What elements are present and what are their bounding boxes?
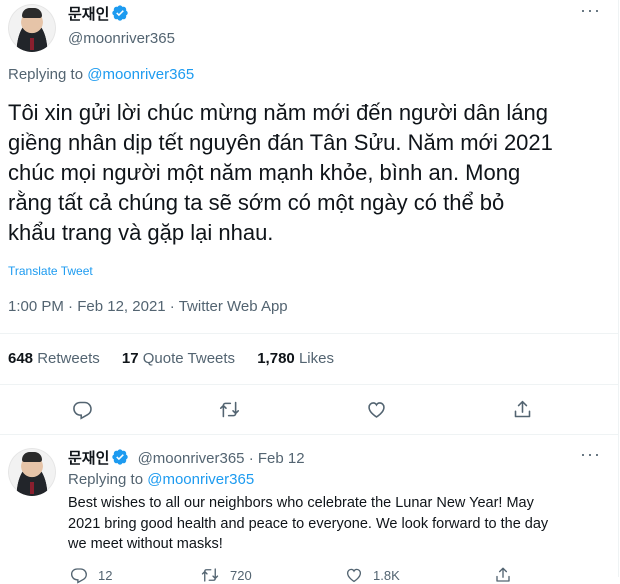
tweet-text-line: chúc mọi người một năm mạnh khỏe, bình a… bbox=[8, 160, 521, 185]
likes-label: Likes bbox=[298, 350, 334, 367]
replying-to: Replying to @moonriver365 bbox=[68, 471, 254, 488]
replying-to-handle[interactable]: @moonriver365 bbox=[87, 66, 194, 83]
display-name[interactable]: 문재인 bbox=[68, 450, 109, 467]
likes-stat[interactable]: 1,780 Likes bbox=[257, 350, 334, 367]
retweet-button[interactable] bbox=[218, 399, 241, 420]
share-icon bbox=[512, 399, 533, 420]
avatar[interactable] bbox=[8, 4, 56, 52]
display-name[interactable]: 문재인 bbox=[68, 6, 109, 23]
reply-button[interactable] bbox=[72, 399, 93, 420]
reply-count: 12 bbox=[98, 567, 113, 583]
user-handle[interactable]: @moonriver365 bbox=[68, 28, 175, 49]
separator: · bbox=[68, 298, 74, 315]
retweet-icon bbox=[218, 399, 241, 420]
tweet-text: Tôi xin gửi lời chúc mừng năm mới đến ng… bbox=[8, 98, 553, 248]
retweet-icon bbox=[200, 566, 220, 584]
replying-to-label: Replying to bbox=[68, 471, 144, 488]
like-icon bbox=[345, 566, 363, 584]
replying-to-handle[interactable]: @moonriver365 bbox=[147, 471, 254, 488]
reply-header: 문재인 @moonriver365 · Feb 12 bbox=[68, 448, 305, 472]
tweet-source[interactable]: Twitter Web App bbox=[179, 298, 288, 315]
retweets-count: 648 bbox=[8, 350, 34, 367]
timestamp-row: 1:00 PM · Feb 12, 2021 · Twitter Web App bbox=[8, 298, 288, 315]
divider bbox=[0, 434, 618, 435]
quote-tweets-label: Quote Tweets bbox=[142, 350, 236, 367]
quote-tweets-count: 17 bbox=[121, 350, 139, 367]
reply-button[interactable]: 12 bbox=[70, 566, 112, 584]
more-icon[interactable]: ··· bbox=[580, 444, 601, 465]
verified-badge-icon bbox=[111, 4, 129, 28]
stats-row: 648 Retweets 17 Quote Tweets 1,780 Likes bbox=[8, 350, 334, 367]
retweet-button[interactable]: 720 bbox=[200, 566, 252, 584]
divider bbox=[0, 384, 618, 385]
tweet-text-line: khẩu trang và gặp lại nhau. bbox=[8, 220, 274, 245]
tweet-date[interactable]: Feb 12, 2021 bbox=[77, 298, 165, 315]
like-button[interactable]: 1.8K bbox=[345, 566, 400, 584]
translate-tweet-link[interactable]: Translate Tweet bbox=[8, 264, 93, 278]
retweets-label: Retweets bbox=[37, 350, 100, 367]
divider bbox=[0, 333, 618, 334]
reply-text-line: 2021 bring good health and peace to ever… bbox=[68, 515, 549, 532]
like-icon bbox=[366, 399, 387, 420]
reply-text: Best wishes to all our neighbors who cel… bbox=[68, 493, 548, 555]
tweet-detail-page: 문재인 @moonriver365 ··· Replying to @moonr… bbox=[0, 0, 619, 584]
tweet-time[interactable]: 1:00 PM bbox=[8, 298, 64, 315]
share-button[interactable] bbox=[494, 566, 512, 584]
user-handle[interactable]: @moonriver365 bbox=[138, 450, 245, 467]
reply-text-line: we meet without masks! bbox=[68, 536, 223, 552]
tweet-date[interactable]: Feb 12 bbox=[258, 450, 305, 467]
like-button[interactable] bbox=[366, 399, 387, 420]
reply-icon bbox=[72, 399, 93, 420]
replying-to-label: Replying to bbox=[8, 66, 84, 83]
separator: · bbox=[248, 450, 254, 467]
tweet-text-line: rằng tất cả chúng ta sẽ sớm có một ngày … bbox=[8, 190, 505, 215]
likes-count: 1,780 bbox=[257, 350, 295, 367]
like-count: 1.8K bbox=[373, 567, 400, 583]
avatar[interactable] bbox=[8, 448, 56, 496]
reply-text-line: Best wishes to all our neighbors who cel… bbox=[68, 495, 534, 511]
reply-icon bbox=[70, 566, 88, 584]
share-icon bbox=[494, 566, 512, 584]
author-block[interactable]: 문재인 @moonriver365 bbox=[68, 4, 175, 49]
retweet-count: 720 bbox=[230, 567, 252, 583]
tweet-text-line: Tôi xin gửi lời chúc mừng năm mới đến ng… bbox=[8, 100, 548, 125]
replying-to: Replying to @moonriver365 bbox=[8, 66, 194, 83]
share-button[interactable] bbox=[512, 399, 533, 420]
tweet-text-line: giềng nhân dịp tết nguyên đán Tân Sửu. N… bbox=[8, 130, 553, 155]
verified-badge-icon bbox=[111, 448, 129, 472]
separator: · bbox=[169, 298, 175, 315]
retweets-stat[interactable]: 648 Retweets bbox=[8, 350, 100, 367]
quote-tweets-stat[interactable]: 17 Quote Tweets bbox=[122, 350, 235, 367]
more-icon[interactable]: ··· bbox=[580, 0, 601, 21]
